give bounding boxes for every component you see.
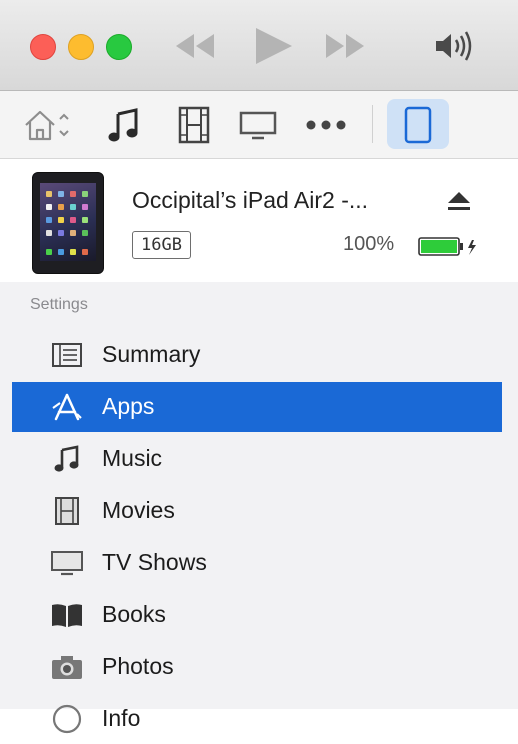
ipad-thumbnail [32, 172, 104, 274]
sidebar-item-info[interactable]: Info [12, 694, 502, 744]
sidebar-item-label: Movies [102, 497, 175, 523]
battery-percent: 100% [343, 233, 395, 255]
title-bar [0, 0, 518, 91]
film-icon [50, 496, 84, 526]
volume-icon[interactable] [432, 26, 480, 66]
sidebar-item-apps[interactable]: Apps [12, 382, 502, 432]
sidebar-item-photos[interactable]: Photos [12, 642, 502, 692]
home-icon[interactable] [22, 91, 78, 158]
apps-icon [50, 392, 84, 422]
rewind-icon[interactable] [172, 26, 220, 66]
sidebar: Settings Summary Apps Music Movies TV Sh… [0, 282, 518, 734]
toolbar-divider [372, 105, 373, 143]
play-icon[interactable] [250, 26, 296, 66]
close-button[interactable] [30, 34, 56, 60]
tv-icon [50, 548, 84, 578]
sidebar-item-label: Apps [102, 393, 155, 419]
zoom-button[interactable] [106, 34, 132, 60]
books-icon [50, 600, 84, 630]
sidebar-item-summary[interactable]: Summary [12, 330, 502, 380]
device-header: Occipital’s iPad Air2 -... 16GB 100% [0, 159, 518, 282]
sidebar-item-label: Books [102, 601, 166, 627]
film-icon[interactable] [172, 91, 216, 158]
sidebar-item-books[interactable]: Books [12, 590, 502, 640]
device-name: Occipital’s iPad Air2 -... [132, 187, 369, 213]
music-note-icon[interactable] [104, 91, 144, 158]
ipad-icon[interactable] [387, 91, 449, 158]
sidebar-item-label: Music [102, 445, 163, 471]
sidebar-item-tv-shows[interactable]: TV Shows [12, 538, 502, 588]
sidebar-item-label: TV Shows [102, 549, 207, 575]
charging-icon [468, 240, 476, 255]
summary-icon [50, 340, 84, 370]
sidebar-item-label: Photos [102, 653, 174, 679]
toolbar [0, 91, 518, 159]
section-title: Settings [30, 296, 88, 313]
sidebar-item-movies[interactable]: Movies [12, 486, 502, 536]
sidebar-item-music[interactable]: Music [12, 434, 502, 484]
sidebar-item-label: Info [102, 705, 141, 731]
battery-icon [418, 237, 476, 256]
camera-icon [50, 652, 84, 682]
more-icon[interactable] [302, 91, 350, 158]
sidebar-item-label: Summary [102, 341, 201, 367]
capacity-badge: 16GB [132, 231, 191, 259]
fast-forward-icon[interactable] [322, 26, 370, 66]
minimize-button[interactable] [68, 34, 94, 60]
eject-icon[interactable] [446, 189, 472, 213]
tv-icon[interactable] [236, 91, 280, 158]
music-note-icon [50, 444, 84, 474]
